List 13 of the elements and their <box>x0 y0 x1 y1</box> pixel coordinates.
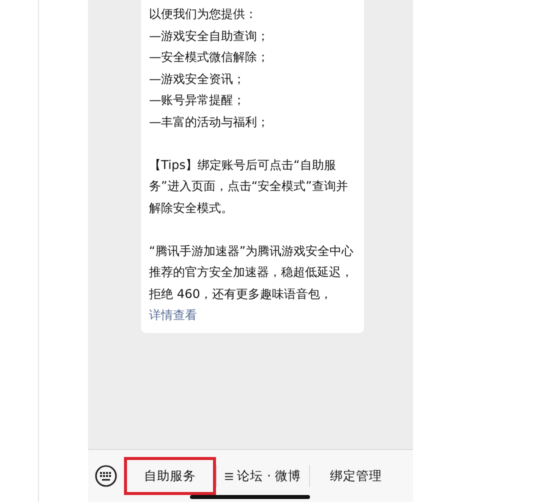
message-text: 以便我们为您提供： <box>149 6 258 23</box>
menu-item[interactable]: 绑定管理 <box>310 457 402 495</box>
menu-item[interactable]: 自助服务 <box>124 457 216 495</box>
feature-item: —丰富的活动与福利； <box>149 114 270 130</box>
feature-item: —游戏安全资讯； <box>149 70 246 88</box>
menu-item[interactable]: 论坛 · 微博 <box>217 457 309 495</box>
promo-text: “腾讯手游加速器”为腾讯游戏安全中心推荐的官方安全加速器，稳超低延迟，拒绝 460，还有更多趣味语音包， 详情查看 <box>149 242 355 324</box>
keyboard-icon[interactable] <box>95 465 117 487</box>
feature-item: —安全模式微信解除； <box>149 49 270 66</box>
feature-item: —账号异常提醒； <box>149 92 246 109</box>
tips-text: 【Tips】绑定账号后可点击“自助服务”进入页面，点击“安全模式”查询并解除安全模式。 <box>149 156 349 216</box>
feature-item: —游戏安全自助查询； <box>149 28 270 44</box>
details-link[interactable]: 详情查看 <box>149 308 197 322</box>
